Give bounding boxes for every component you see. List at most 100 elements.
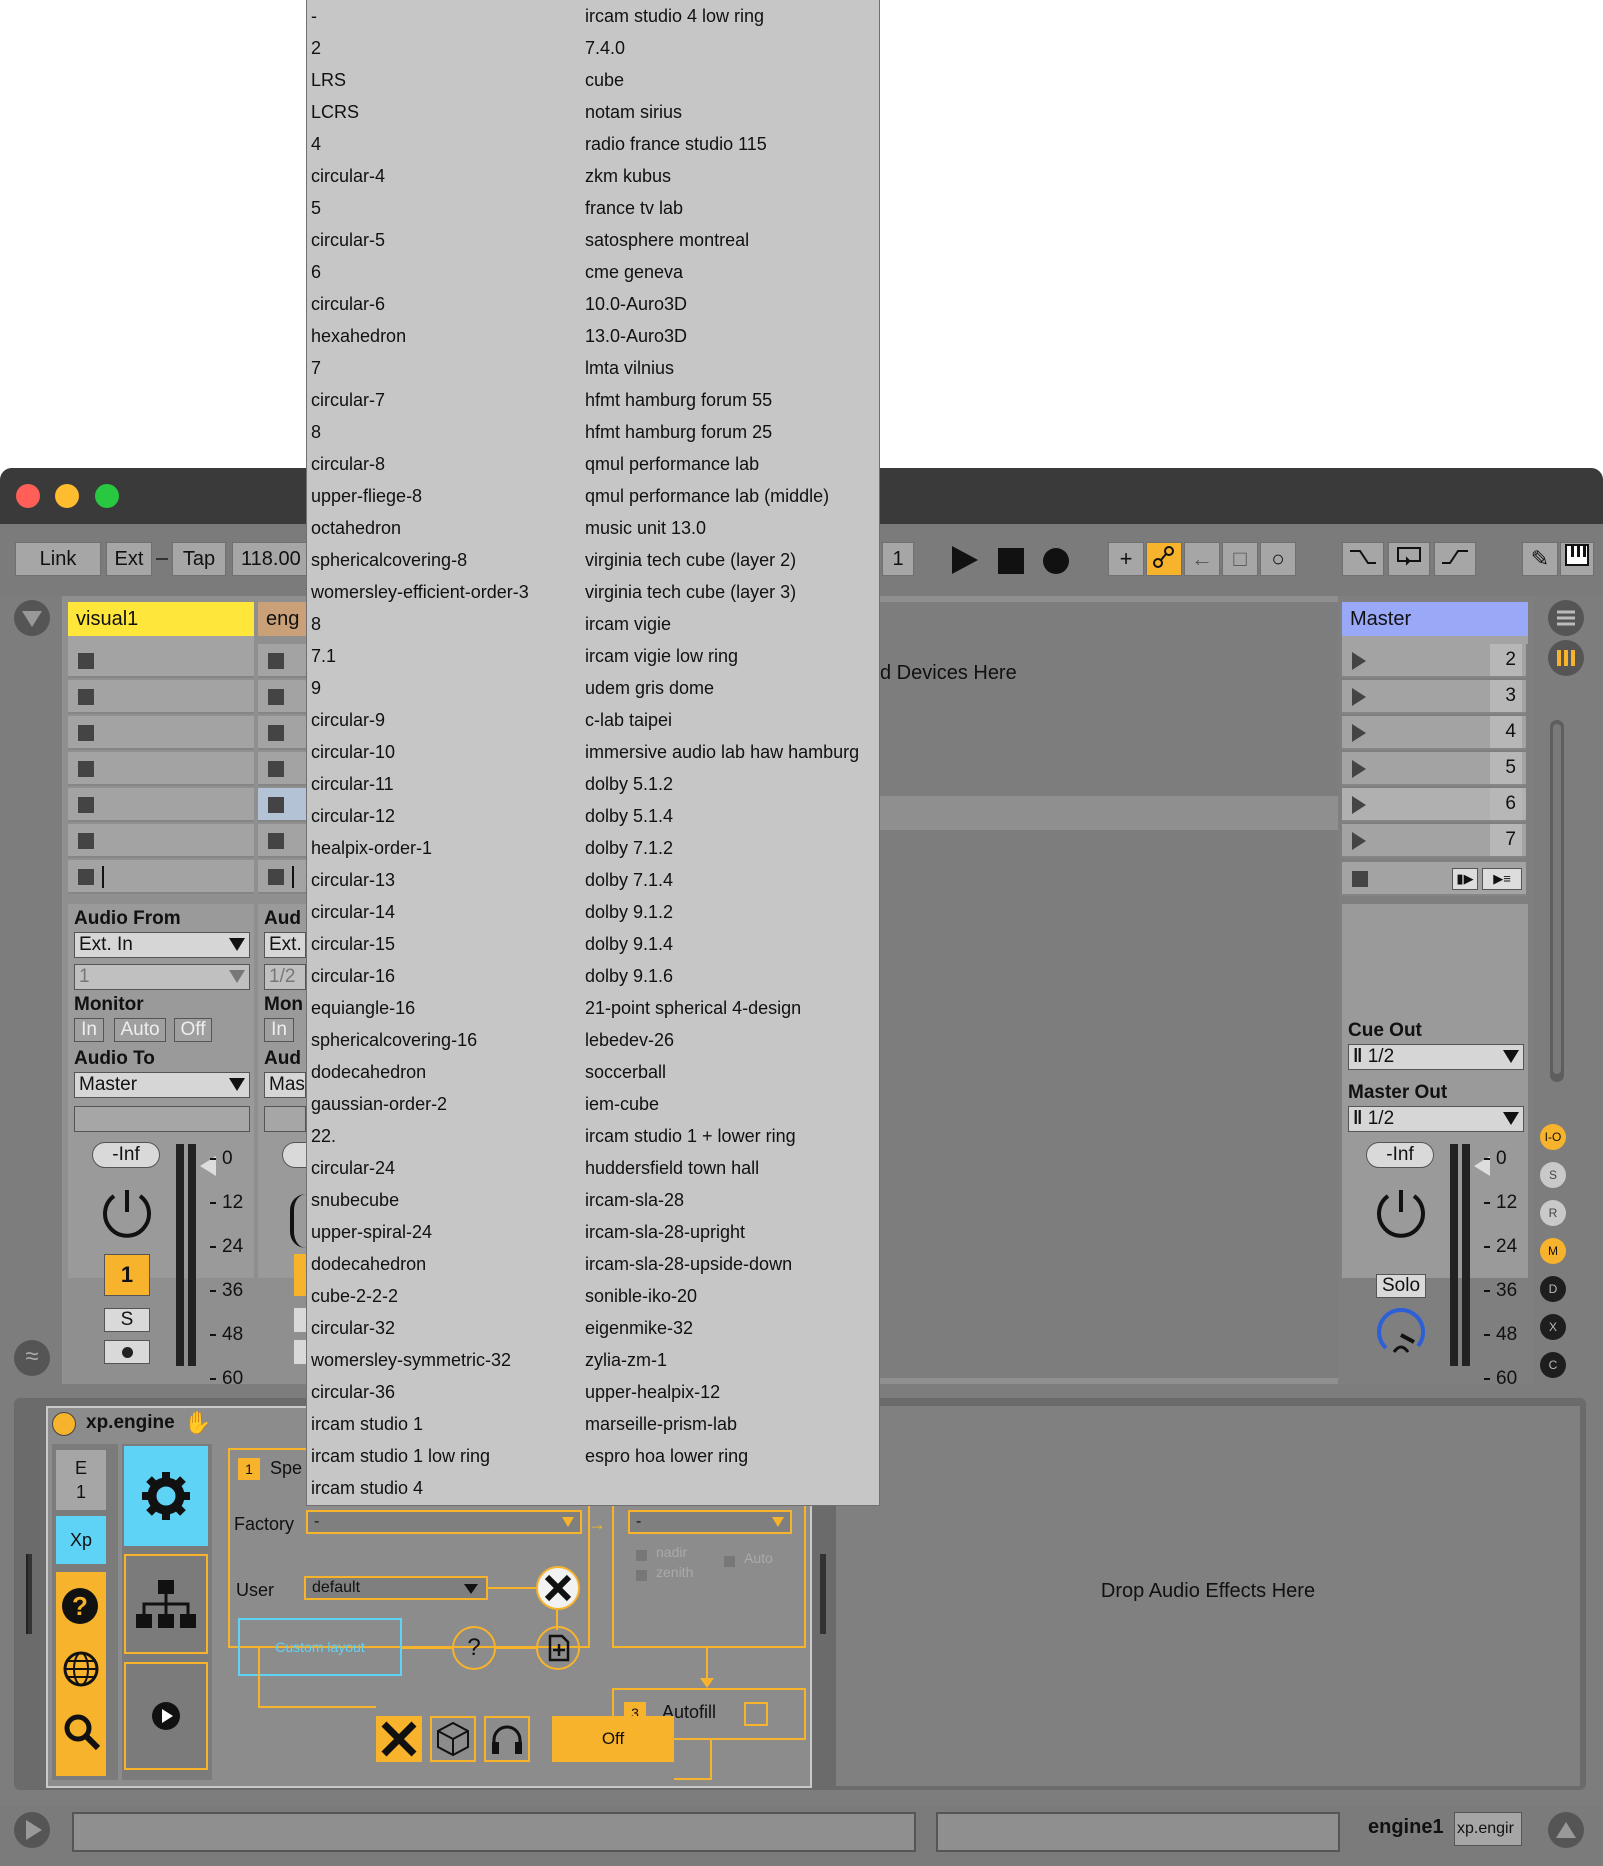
- menu-item[interactable]: circular-12: [311, 800, 395, 832]
- track-volume-field[interactable]: -Inf: [92, 1142, 160, 1168]
- device-on-toggle[interactable]: [52, 1412, 76, 1436]
- menu-item[interactable]: hfmt hamburg forum 55: [585, 384, 772, 416]
- stop-button-icon[interactable]: [78, 833, 94, 849]
- stop-button-icon[interactable]: [268, 653, 284, 669]
- menu-item[interactable]: dolby 7.1.2: [585, 832, 673, 864]
- tempo-field[interactable]: 118.00: [232, 542, 312, 576]
- menu-item[interactable]: gaussian-order-2: [311, 1088, 447, 1120]
- menu-item[interactable]: ircam-sla-28-upright: [585, 1216, 745, 1248]
- autofill-checkbox[interactable]: [744, 1702, 768, 1726]
- menu-item[interactable]: circular-7: [311, 384, 385, 416]
- menu-item[interactable]: ircam studio 4: [311, 1472, 423, 1504]
- scrollbar-thumb[interactable]: [1553, 724, 1561, 1074]
- menu-item[interactable]: equiangle-16: [311, 992, 415, 1024]
- menu-item[interactable]: satosphere montreal: [585, 224, 749, 256]
- info-toggle-icon[interactable]: [14, 1812, 50, 1848]
- menu-item[interactable]: ircam vigie: [585, 608, 671, 640]
- menu-item[interactable]: healpix-order-1: [311, 832, 432, 864]
- menu-item[interactable]: udem gris dome: [585, 672, 714, 704]
- menu-item[interactable]: 10.0-Auro3D: [585, 288, 687, 320]
- scene-launch-icon[interactable]: [1352, 688, 1366, 706]
- scene-row[interactable]: 5: [1342, 752, 1526, 786]
- menu-item[interactable]: womersley-symmetric-32: [311, 1344, 511, 1376]
- menu-item[interactable]: circular-32: [311, 1312, 395, 1344]
- scene-launch-icon[interactable]: [1352, 724, 1366, 742]
- menu-item[interactable]: dodecahedron: [311, 1056, 426, 1088]
- launch-scene-list-icon[interactable]: ▶≡: [1482, 868, 1522, 890]
- menu-item[interactable]: dolby 9.1.4: [585, 928, 673, 960]
- menu-item[interactable]: sonible-iko-20: [585, 1280, 697, 1312]
- engine1-clip-slot[interactable]: [258, 824, 306, 858]
- draw-mode-icon[interactable]: ✎: [1522, 542, 1558, 576]
- menu-item[interactable]: ircam vigie low ring: [585, 640, 738, 672]
- menu-item[interactable]: france tv lab: [585, 192, 683, 224]
- menu-item[interactable]: ircam studio 4 low ring: [585, 0, 764, 32]
- input-channel-dropdown[interactable]: 1: [74, 964, 250, 990]
- menu-item[interactable]: upper-fliege-8: [311, 480, 422, 512]
- tap-tempo-button[interactable]: Tap: [172, 542, 226, 576]
- track-header-engine1[interactable]: eng: [258, 602, 306, 636]
- section-toggle-x-icon[interactable]: X: [1540, 1314, 1566, 1340]
- engine1-arm-button[interactable]: [294, 1340, 306, 1364]
- play-mode-button[interactable]: [124, 1662, 208, 1770]
- menu-item[interactable]: dodecahedron: [311, 1248, 426, 1280]
- menu-item[interactable]: 4: [311, 128, 321, 160]
- new-file-button[interactable]: [536, 1626, 580, 1670]
- engine1-monitor-in-button[interactable]: In: [264, 1018, 294, 1042]
- menu-item[interactable]: circular-6: [311, 288, 385, 320]
- tab-xp[interactable]: Xp: [56, 1516, 106, 1564]
- engine1-audio-from-dropdown[interactable]: Ext.: [264, 932, 306, 958]
- status-device-name[interactable]: xp.engir: [1454, 1812, 1522, 1846]
- stop-button-icon[interactable]: [268, 833, 284, 849]
- menu-lines-icon[interactable]: [1548, 600, 1584, 636]
- stop-all-clips-icon[interactable]: [1352, 871, 1368, 887]
- menu-item[interactable]: hexahedron: [311, 320, 406, 352]
- zoom-window-button[interactable]: [95, 484, 119, 508]
- menu-item[interactable]: circular-24: [311, 1152, 395, 1184]
- scene-row[interactable]: 3: [1342, 680, 1526, 714]
- menu-item[interactable]: 22.: [311, 1120, 336, 1152]
- punch-in-icon[interactable]: [1342, 542, 1384, 576]
- menu-item[interactable]: dolby 9.1.2: [585, 896, 673, 928]
- keyboard-midi-icon[interactable]: [1560, 542, 1594, 576]
- user-preset-dropdown[interactable]: default: [304, 1576, 488, 1600]
- menu-item[interactable]: circular-14: [311, 896, 395, 928]
- menu-item[interactable]: circular-16: [311, 960, 395, 992]
- layout-help-button[interactable]: ?: [452, 1626, 496, 1670]
- menu-item[interactable]: zkm kubus: [585, 160, 671, 192]
- cue-volume-knob[interactable]: [1374, 1307, 1428, 1362]
- menu-item[interactable]: LRS: [311, 64, 346, 96]
- stop-button-icon[interactable]: [268, 797, 284, 813]
- section-toggle-m-icon[interactable]: M: [1540, 1238, 1566, 1264]
- menu-item[interactable]: c-lab taipei: [585, 704, 672, 736]
- stop-button-icon[interactable]: [78, 761, 94, 777]
- close-window-button[interactable]: [16, 484, 40, 508]
- loop-icon[interactable]: [1388, 542, 1430, 576]
- engine1-clip-slot[interactable]: [258, 680, 306, 714]
- automation-arm-icon[interactable]: [1146, 542, 1182, 576]
- menu-item[interactable]: 8: [311, 416, 321, 448]
- menu-item[interactable]: snubecube: [311, 1184, 399, 1216]
- menu-item[interactable]: 6: [311, 256, 321, 288]
- punch-out-icon[interactable]: [1434, 542, 1476, 576]
- menu-item[interactable]: dolby 5.1.4: [585, 800, 673, 832]
- menu-item[interactable]: circular-36: [311, 1376, 395, 1408]
- stop-button-icon[interactable]: [268, 869, 284, 885]
- follow-action-icon[interactable]: ▮▶: [1452, 868, 1478, 890]
- menu-item[interactable]: circular-10: [311, 736, 395, 768]
- menu-item[interactable]: cube-2-2-2: [311, 1280, 398, 1312]
- menu-item[interactable]: circular-4: [311, 160, 385, 192]
- engine1-clip-slot[interactable]: [258, 860, 306, 894]
- engine1-clip-slot[interactable]: [258, 716, 306, 750]
- menu-item[interactable]: 7: [311, 352, 321, 384]
- output-channel-field[interactable]: [74, 1106, 250, 1132]
- menu-item[interactable]: 13.0-Auro3D: [585, 320, 687, 352]
- off-button[interactable]: Off: [552, 1716, 674, 1762]
- hand-icon[interactable]: ✋: [184, 1410, 211, 1436]
- monitor-auto-button[interactable]: Auto: [114, 1018, 166, 1042]
- master-pan-knob[interactable]: [1374, 1184, 1428, 1238]
- drop-devices-area[interactable]: [880, 602, 1338, 1378]
- ext-sync-button[interactable]: Ext: [106, 542, 152, 576]
- visual1-clip-slot[interactable]: [68, 860, 254, 894]
- browser-toggle-icon[interactable]: [14, 600, 50, 636]
